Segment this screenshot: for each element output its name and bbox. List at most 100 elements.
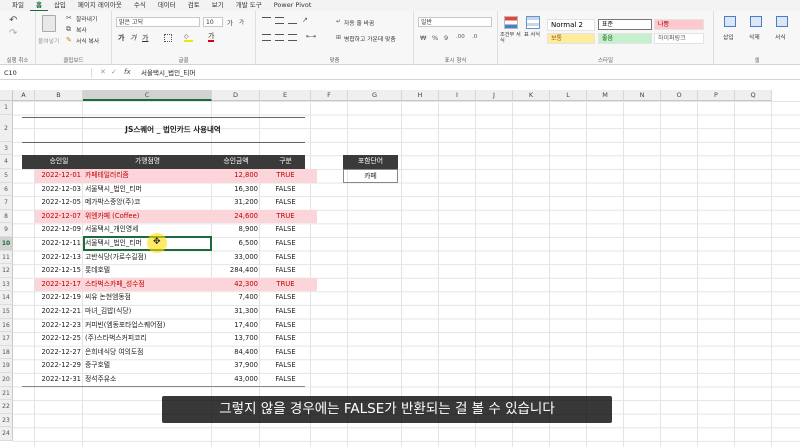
- font-name-select[interactable]: 맑은 고딕: [116, 17, 200, 27]
- merge-center-button[interactable]: 병합하고 가운데 맞춤: [344, 34, 396, 43]
- row-header-22[interactable]: 22: [0, 400, 13, 414]
- select-all-corner[interactable]: [0, 90, 13, 101]
- cell-flag[interactable]: TRUE: [260, 278, 311, 292]
- ribbon-tab-6[interactable]: 데이터: [152, 0, 182, 11]
- column-header-q[interactable]: Q: [735, 90, 772, 101]
- row-header-16[interactable]: 16: [0, 318, 13, 333]
- ribbon-tab-5[interactable]: 수식: [128, 0, 152, 11]
- cell-date[interactable]: 2022-12-05: [22, 196, 83, 210]
- row-header-20[interactable]: 20: [0, 373, 13, 387]
- cell-date[interactable]: 2022-12-03: [22, 183, 83, 197]
- cell-amount[interactable]: 16,300: [212, 183, 258, 197]
- style-neutral[interactable]: 보통: [547, 33, 595, 44]
- column-header-j[interactable]: J: [476, 90, 513, 101]
- cell-flag[interactable]: FALSE: [260, 291, 311, 305]
- cell-amount[interactable]: 31,300: [212, 305, 258, 319]
- column-header-c[interactable]: C: [83, 90, 212, 101]
- cell-date[interactable]: 2022-12-09: [22, 223, 83, 237]
- table-header-4[interactable]: 구분: [260, 155, 311, 169]
- italic-icon[interactable]: 가: [130, 33, 136, 43]
- increase-font-icon[interactable]: 가: [227, 17, 233, 27]
- ribbon-tab-10[interactable]: Power Pivot: [268, 0, 318, 11]
- copy-button[interactable]: 복사: [76, 25, 87, 34]
- column-header-l[interactable]: L: [550, 90, 587, 101]
- ribbon-tab-2[interactable]: 홈: [29, 0, 48, 11]
- cell-date[interactable]: 2022-12-31: [22, 373, 83, 387]
- row-header-1[interactable]: 1: [0, 101, 13, 115]
- decrease-font-icon[interactable]: 가: [239, 18, 244, 26]
- enter-icon[interactable]: ✓: [111, 68, 117, 76]
- align-top-icon[interactable]: [262, 17, 271, 24]
- cell-amount[interactable]: 284,400: [212, 264, 258, 278]
- format-cells-icon[interactable]: [776, 16, 788, 27]
- cell-date[interactable]: 2022-12-17: [22, 278, 83, 292]
- ribbon-tab-7[interactable]: 검토: [182, 0, 206, 11]
- cell-merchant[interactable]: 위엔카페 (Coffee): [85, 210, 210, 224]
- cell-flag[interactable]: FALSE: [260, 251, 311, 265]
- cell-date[interactable]: 2022-12-01: [22, 169, 83, 183]
- align-right-icon[interactable]: [288, 34, 297, 41]
- cell-merchant[interactable]: 카페테일러리즘: [85, 169, 210, 183]
- row-header-3[interactable]: 3: [0, 141, 13, 156]
- column-header-h[interactable]: H: [402, 90, 439, 101]
- fx-icon[interactable]: fx: [124, 68, 131, 76]
- undo-icon[interactable]: ↶: [9, 15, 17, 26]
- currency-icon[interactable]: ₩: [420, 34, 426, 42]
- cell-date[interactable]: 2022-12-07: [22, 210, 83, 224]
- ribbon-tab-8[interactable]: 보기: [206, 0, 230, 11]
- column-header-b[interactable]: B: [35, 90, 83, 101]
- insert-button[interactable]: 삽입: [723, 32, 734, 41]
- cell-date[interactable]: 2022-12-27: [22, 346, 83, 360]
- cell-amount[interactable]: 7,400: [212, 291, 258, 305]
- table-header-3[interactable]: 승인금액: [212, 155, 260, 169]
- column-header-g[interactable]: G: [348, 90, 402, 101]
- conditional-format-button[interactable]: 조건부 서식: [500, 32, 522, 44]
- border-icon[interactable]: [164, 34, 172, 42]
- row-header-15[interactable]: 15: [0, 305, 13, 319]
- row-header-12[interactable]: 12: [0, 264, 13, 278]
- cell-date[interactable]: 2022-12-23: [22, 319, 83, 333]
- conditional-format-icon[interactable]: [504, 16, 518, 29]
- cell-flag[interactable]: FALSE: [260, 373, 311, 387]
- bold-icon[interactable]: 가: [118, 33, 124, 43]
- percent-icon[interactable]: %: [432, 34, 438, 42]
- font-color-icon[interactable]: 가: [208, 32, 215, 42]
- indent-icon[interactable]: ⇤⇥: [306, 33, 316, 40]
- row-header-4[interactable]: 4: [0, 155, 13, 169]
- row-header-24[interactable]: 24: [0, 427, 13, 441]
- format-table-button[interactable]: 표 서식: [524, 32, 544, 38]
- table-header-2[interactable]: 가맹점명: [83, 155, 212, 169]
- style-good[interactable]: 좋음: [598, 33, 652, 44]
- orientation-icon[interactable]: ↗: [302, 16, 308, 24]
- cell-merchant[interactable]: 서울택시_법인_티머: [85, 183, 210, 197]
- format-button[interactable]: 서식: [775, 32, 786, 41]
- row-header-19[interactable]: 19: [0, 359, 13, 373]
- underline-icon[interactable]: 가: [142, 33, 148, 43]
- row-header-8[interactable]: 8: [0, 209, 13, 224]
- cell-merchant[interactable]: 고반식당(가로수길점): [85, 251, 210, 265]
- row-header-7[interactable]: 7: [0, 196, 13, 210]
- cell-flag[interactable]: TRUE: [260, 169, 311, 183]
- cell-flag[interactable]: FALSE: [260, 305, 311, 319]
- cell-amount[interactable]: 33,000: [212, 251, 258, 265]
- style-bad[interactable]: 나쁨: [654, 19, 704, 30]
- ribbon-tab-9[interactable]: 개발 도구: [230, 0, 268, 11]
- cell-merchant[interactable]: 씨유 논현엠동점: [85, 291, 210, 305]
- cut-icon[interactable]: ✂: [66, 14, 72, 22]
- style-normal[interactable]: 표준: [598, 19, 652, 30]
- number-format-select[interactable]: 일반: [418, 17, 492, 27]
- cell-flag[interactable]: FALSE: [260, 196, 311, 210]
- cell-date[interactable]: 2022-12-19: [22, 291, 83, 305]
- cut-button[interactable]: 잘라내기: [76, 14, 97, 23]
- row-header-10[interactable]: 10: [0, 237, 13, 251]
- cell-date[interactable]: 2022-12-13: [22, 251, 83, 265]
- paste-button[interactable]: 붙여넣기: [38, 36, 59, 45]
- cell-date[interactable]: 2022-12-29: [22, 359, 83, 373]
- cell-flag[interactable]: FALSE: [260, 183, 311, 197]
- cell-merchant[interactable]: 롯데호텔: [85, 264, 210, 278]
- cell-amount[interactable]: 6,500: [212, 237, 258, 251]
- cell-date[interactable]: 2022-12-11: [22, 237, 83, 251]
- column-header-f[interactable]: F: [311, 90, 348, 101]
- cell-flag[interactable]: FALSE: [260, 223, 311, 237]
- cell-amount[interactable]: 12,800: [212, 169, 258, 183]
